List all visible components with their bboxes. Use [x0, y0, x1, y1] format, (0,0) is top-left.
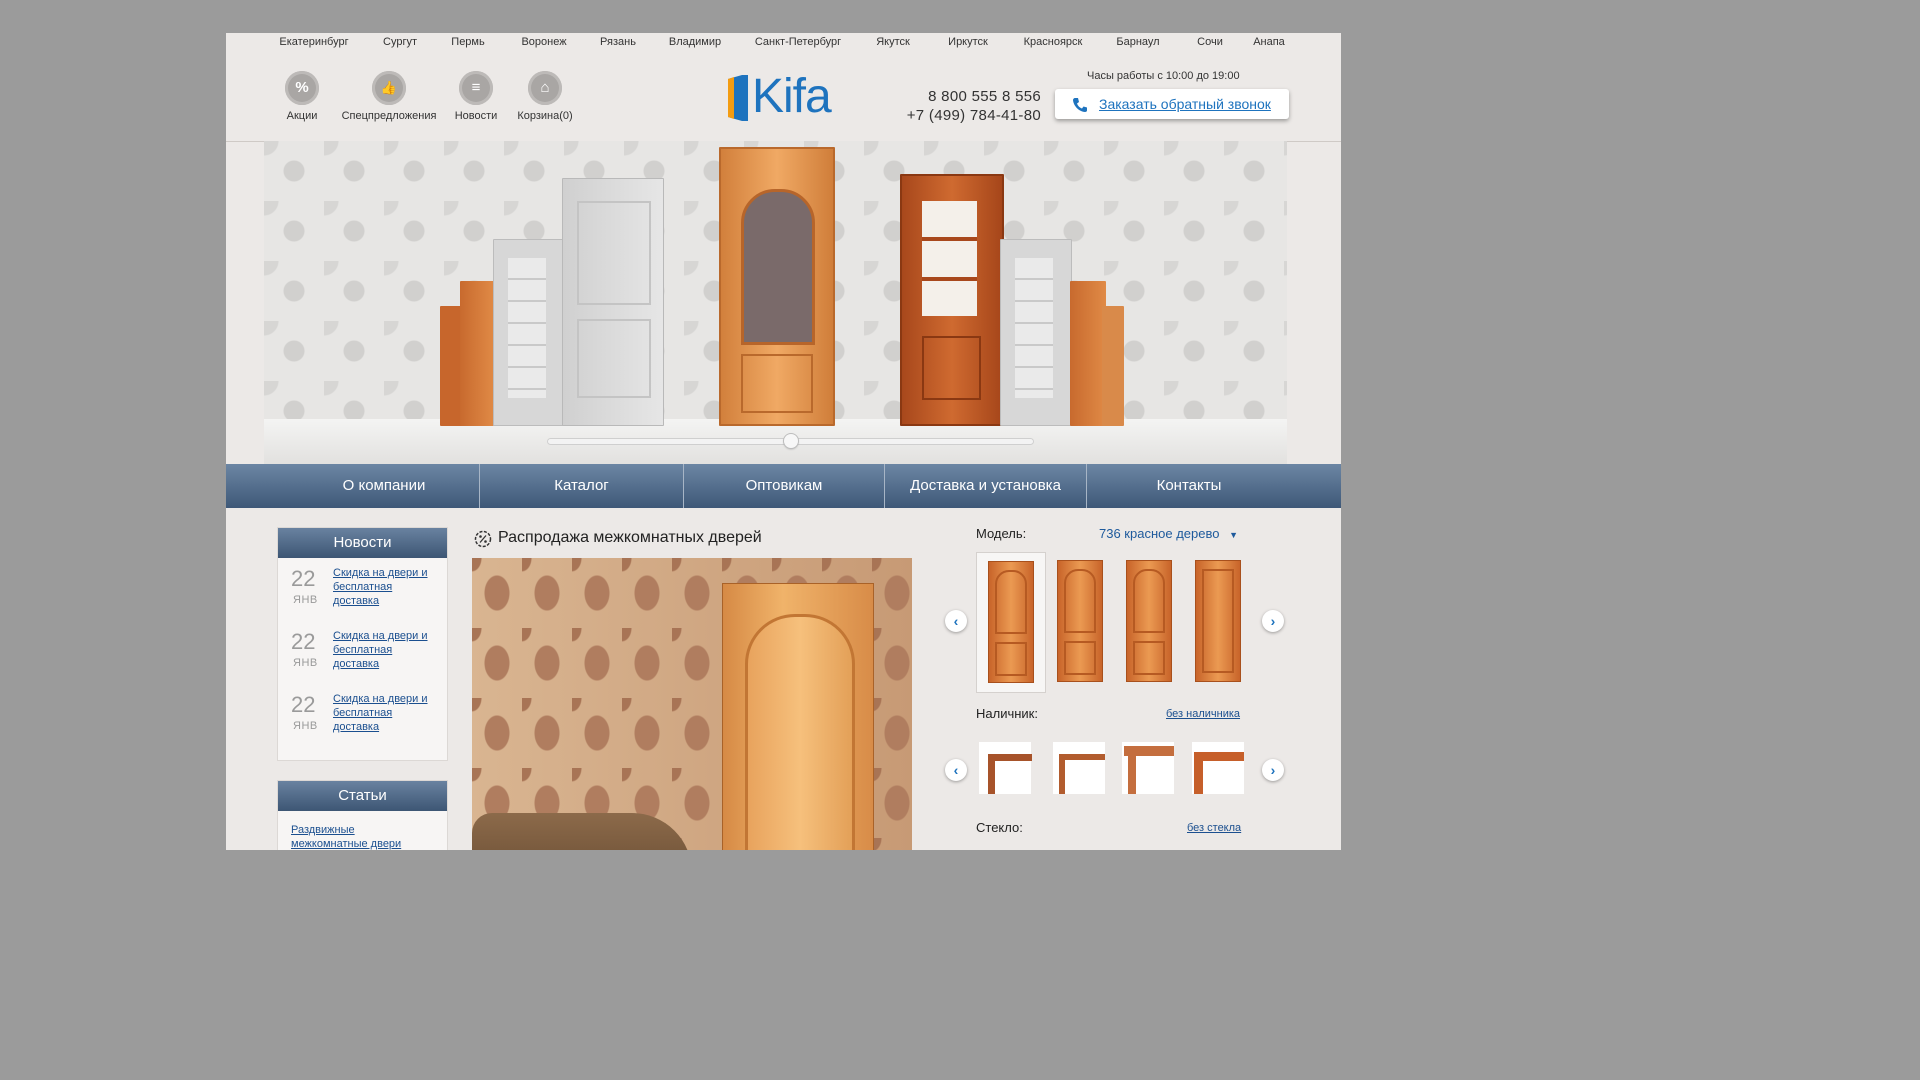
logo-text: Kifa	[752, 70, 832, 123]
hero-door	[1000, 239, 1072, 426]
phone-secondary[interactable]: +7 (499) 784-41-80	[866, 106, 1041, 125]
model-next-button[interactable]: ›	[1262, 610, 1284, 632]
nav-wholesale[interactable]: Оптовикам	[684, 464, 884, 508]
hero-door	[460, 281, 494, 426]
city-link[interactable]: Санкт-Петербург	[755, 36, 841, 48]
percent-icon: %	[285, 71, 319, 105]
city-link[interactable]: Анапа	[1253, 36, 1285, 48]
news-link[interactable]: Скидка на двери и бесплатная доставка	[333, 629, 433, 671]
model-prev-button[interactable]: ‹	[945, 610, 967, 632]
promo-sofa	[472, 813, 692, 850]
nav-contacts[interactable]: Контакты	[1087, 464, 1291, 508]
discount-badge-icon	[474, 530, 492, 548]
nav-about[interactable]: О компании	[288, 464, 480, 508]
hero-door	[562, 178, 664, 426]
page: Екатеринбург Сургут Пермь Воронеж Рязань…	[226, 33, 1341, 850]
model-select[interactable]: 736 красное дерево ▼	[1099, 526, 1238, 541]
frame-label: Наличник:	[976, 706, 1038, 721]
model-thumb[interactable]	[1056, 552, 1124, 691]
model-thumb[interactable]	[976, 552, 1046, 693]
model-thumb[interactable]	[1126, 552, 1194, 691]
chevron-left-icon: ‹	[953, 613, 959, 629]
news-panel: Новости 22 ЯНВ Скидка на двери и бесплат…	[277, 527, 448, 761]
dropdown-arrow-icon: ▼	[1229, 530, 1239, 540]
working-hours: Часы работы с 10:00 до 19:00	[1087, 70, 1240, 82]
door-thumb-image	[1057, 560, 1103, 682]
article-item: Раздвижные межкомнатные двери	[278, 811, 447, 850]
news-link[interactable]: Скидка на двери и бесплатная доставка	[333, 566, 433, 608]
nav-catalog[interactable]: Каталог	[480, 464, 683, 508]
promo-door	[722, 583, 874, 850]
chevron-right-icon: ›	[1270, 613, 1276, 629]
phones: 8 800 555 8 556 +7 (499) 784-41-80	[866, 87, 1041, 125]
city-link[interactable]: Пермь	[451, 36, 484, 48]
chevron-right-icon: ›	[1270, 762, 1276, 778]
news-month: ЯНВ	[293, 720, 318, 732]
city-link[interactable]: Сочи	[1197, 36, 1223, 48]
news-link[interactable]: Скидка на двери и бесплатная доставка	[333, 692, 433, 734]
city-link[interactable]: Воронеж	[521, 36, 566, 48]
hero-door	[493, 239, 565, 426]
hero-door	[1070, 281, 1106, 426]
frame-prev-button[interactable]: ‹	[945, 759, 967, 781]
phone-icon	[1073, 98, 1087, 112]
hero-door	[900, 174, 1004, 426]
news-day: 22	[291, 629, 316, 654]
city-link[interactable]: Сургут	[383, 36, 417, 48]
logo[interactable]: Kifa	[726, 70, 841, 123]
basket-icon: ⌂	[528, 71, 562, 105]
frame-next-button[interactable]: ›	[1262, 759, 1284, 781]
city-bar: Екатеринбург Сургут Пермь Воронеж Рязань…	[226, 33, 1341, 53]
news-icon: ≡	[459, 71, 493, 105]
phone-primary[interactable]: 8 800 555 8 556	[866, 87, 1041, 106]
header: % Акции 👍 Спецпредложения ≡ Новости ⌂ Ко…	[226, 53, 1341, 142]
news-day: 22	[291, 566, 316, 591]
callback-label: Заказать обратный звонок	[1099, 96, 1271, 112]
door-thumb-image	[988, 561, 1034, 683]
model-thumb[interactable]	[1195, 552, 1263, 691]
news-panel-title: Новости	[278, 528, 447, 558]
hero-door	[719, 147, 835, 426]
city-link[interactable]: Рязань	[600, 36, 636, 48]
shortcut-label: Корзина(0)	[517, 110, 573, 122]
cart-shortcut[interactable]: ⌂ Корзина(0)	[490, 71, 600, 122]
promo-image[interactable]	[472, 558, 912, 850]
city-link[interactable]: Красноярск	[1024, 36, 1083, 48]
frame-thumb[interactable]	[1053, 742, 1105, 794]
city-link[interactable]: Иркутск	[948, 36, 988, 48]
city-link[interactable]: Якутск	[876, 36, 910, 48]
thumbs-up-icon: 👍	[372, 71, 406, 105]
callback-button[interactable]: Заказать обратный звонок	[1055, 89, 1289, 119]
chevron-left-icon: ‹	[953, 762, 959, 778]
articles-panel-title: Статьи	[278, 781, 447, 811]
news-item: 22 ЯНВ Скидка на двери и бесплатная дост…	[278, 558, 447, 621]
city-link[interactable]: Екатеринбург	[279, 36, 348, 48]
frame-thumb[interactable]	[1192, 742, 1244, 794]
frame-value-link[interactable]: без наличника	[1166, 708, 1240, 720]
model-value: 736 красное дерево	[1099, 526, 1220, 541]
glass-value-link[interactable]: без стекла	[1187, 822, 1241, 834]
article-link[interactable]: Раздвижные межкомнатные двери	[291, 823, 421, 850]
door-thumb-image	[1126, 560, 1172, 682]
news-item: 22 ЯНВ Скидка на двери и бесплатная дост…	[278, 684, 447, 747]
slider-handle[interactable]	[783, 434, 798, 448]
frame-thumb[interactable]	[1122, 742, 1174, 794]
articles-panel: Статьи Раздвижные межкомнатные двери	[277, 780, 448, 850]
door-thumb-image	[1195, 560, 1241, 682]
frame-thumb[interactable]	[979, 742, 1032, 794]
promo-title-text: Распродажа межкомнатных дверей	[498, 529, 762, 546]
main-nav: О компании Каталог Оптовикам Доставка и …	[226, 464, 1341, 508]
city-link[interactable]: Владимир	[669, 36, 721, 48]
city-link[interactable]: Барнаул	[1116, 36, 1159, 48]
news-day: 22	[291, 692, 316, 717]
glass-label: Стекло:	[976, 820, 1023, 835]
news-month: ЯНВ	[293, 657, 318, 669]
hero-banner	[264, 141, 1287, 464]
model-label: Модель:	[976, 526, 1027, 541]
hero-slider[interactable]	[547, 434, 1034, 448]
news-item: 22 ЯНВ Скидка на двери и бесплатная дост…	[278, 621, 447, 684]
nav-delivery[interactable]: Доставка и установка	[885, 464, 1086, 508]
news-month: ЯНВ	[293, 594, 318, 606]
hero-door	[1102, 306, 1124, 426]
